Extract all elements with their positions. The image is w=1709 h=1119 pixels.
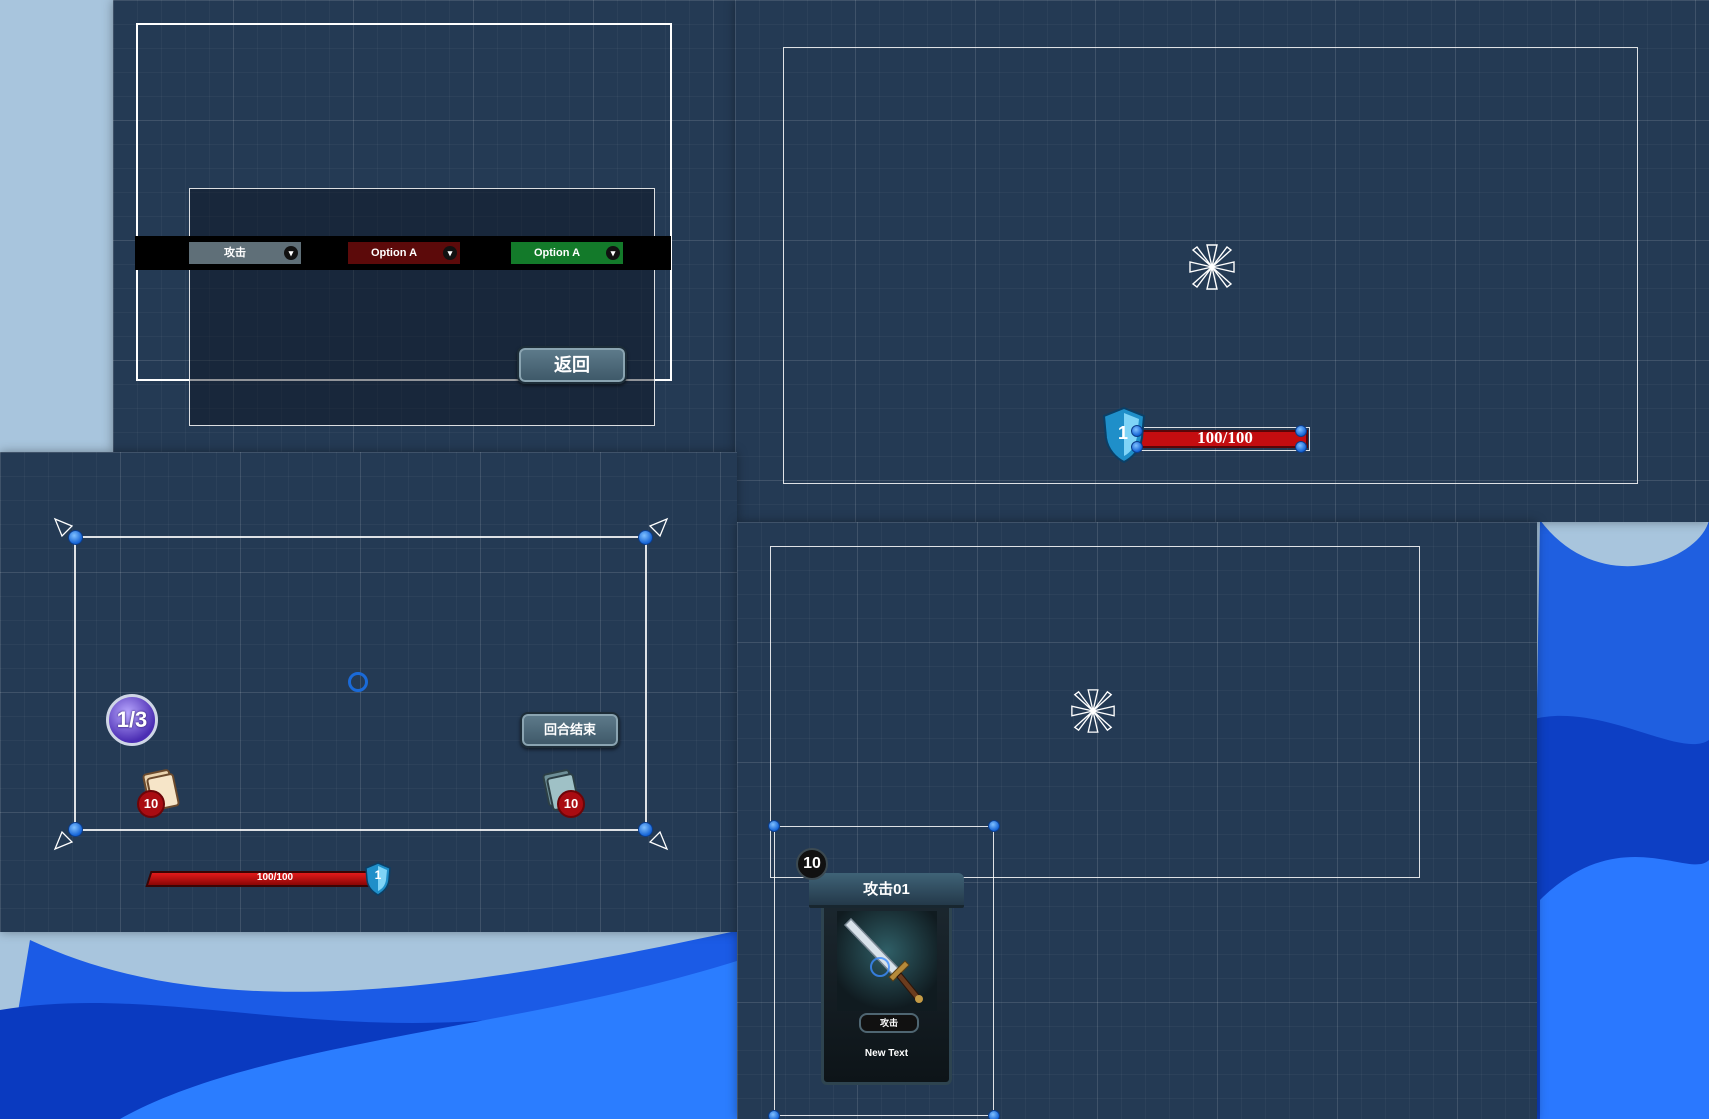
card-title: 攻击01: [863, 881, 910, 898]
dropdown-label: Option A: [533, 247, 581, 259]
prefab-view-hpbar: 100/100 1: [735, 0, 1709, 522]
chevron-down-icon[interactable]: ▾: [606, 246, 620, 260]
dropdown-label: Option A: [370, 247, 418, 259]
corner-handle[interactable]: [768, 820, 780, 832]
card-type-label: 攻击: [879, 1018, 898, 1028]
dropdown-attack[interactable]: 攻击 ▾: [189, 242, 301, 264]
corner-handle[interactable]: [68, 822, 83, 837]
card-type-pill: 攻击: [859, 1013, 919, 1033]
rect-transform-pivot-icon: [1189, 244, 1235, 290]
dropdown-label: 攻击: [224, 247, 246, 259]
anchor-handle[interactable]: [1131, 441, 1143, 453]
deck-count-badge: 10: [137, 790, 165, 818]
card-cost-badge: 10: [796, 848, 828, 880]
hp-text: 100/100: [1197, 428, 1253, 447]
corner-handle[interactable]: [638, 530, 653, 545]
turn-badge: 1/3: [106, 694, 158, 746]
card-cost: 10: [803, 855, 821, 872]
corner-handle[interactable]: [988, 820, 1000, 832]
shield-level: 1: [1117, 423, 1128, 443]
corner-handle[interactable]: [988, 1110, 1000, 1119]
prefab-view-dropdowns: 攻击 ▾ Option A ▾ Option A ▾ 返回: [113, 0, 735, 452]
prefab-view-battle: 1/3 10 10 回合结束 100/100 1: [0, 452, 737, 932]
rect-transform-pivot-icon: [1071, 689, 1115, 733]
chevron-down-icon[interactable]: ▾: [443, 246, 457, 260]
scroll-view-bounds: [189, 188, 655, 426]
pivot-circle-icon: [870, 957, 890, 977]
player-hp-text: 100/100: [256, 872, 294, 883]
pivot-circle-icon: [348, 672, 368, 692]
corner-handle[interactable]: [768, 1110, 780, 1119]
dropdown-bar: 攻击 ▾ Option A ▾ Option A ▾: [135, 236, 671, 270]
turn-badge-text: 1/3: [116, 707, 148, 732]
dropdown-option-red[interactable]: Option A ▾: [348, 242, 460, 264]
card[interactable]: 攻击01 攻击 New Text: [809, 865, 964, 1093]
anchor-handle[interactable]: [1295, 425, 1307, 437]
dropdown-option-green[interactable]: Option A ▾: [511, 242, 623, 264]
end-turn-button[interactable]: 回合结束: [520, 712, 620, 748]
back-button[interactable]: 返回: [517, 346, 627, 384]
card-description: New Text: [864, 1048, 909, 1059]
shield-level: 1: [374, 868, 382, 882]
corner-handle[interactable]: [68, 530, 83, 545]
chevron-down-icon[interactable]: ▾: [284, 246, 298, 260]
discard-count-badge: 10: [557, 790, 585, 818]
prefab-view-card: 攻击01 攻击 New Text 10: [737, 522, 1537, 1119]
anchor-handle[interactable]: [1131, 425, 1143, 437]
anchor-handle[interactable]: [1295, 441, 1307, 453]
corner-handle[interactable]: [638, 822, 653, 837]
